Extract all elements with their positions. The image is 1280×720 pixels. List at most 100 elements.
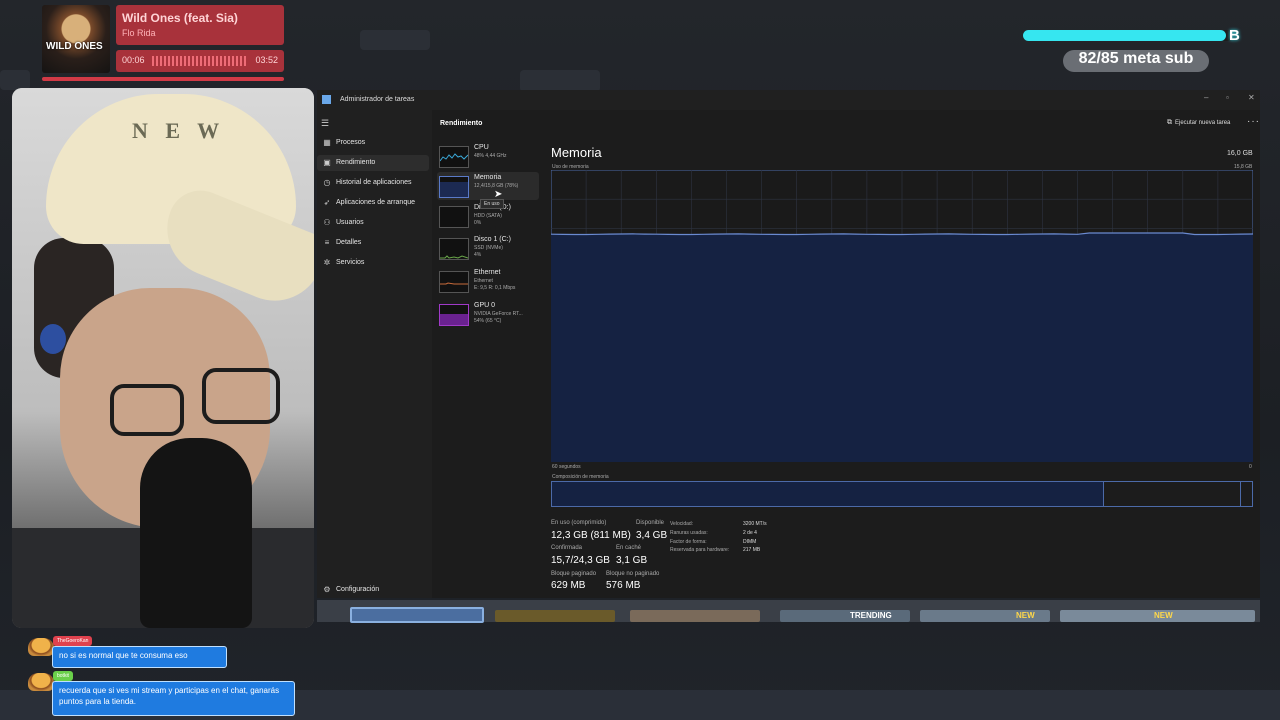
music-widget: WILD ONES Wild Ones (feat. Sia) Flo Rida… xyxy=(42,5,284,81)
spec-form-factor: DIMM xyxy=(743,539,757,545)
thumbnail[interactable] xyxy=(630,610,760,622)
ethernet-thumbnail xyxy=(439,271,469,293)
title-bar: Administrador de tareas – ▫ ✕ xyxy=(317,90,1260,110)
spec-label: Ranuras usadas: xyxy=(670,530,708,536)
spec-label: Factor de forma: xyxy=(670,539,707,545)
chat-username: TheGoeroKan xyxy=(53,636,93,646)
composition-in-use xyxy=(552,482,1104,506)
resource-detail: 54% (65 °C) xyxy=(474,318,502,324)
resource-detail: SSD (NVMe) xyxy=(474,245,503,251)
resource-name: GPU 0 xyxy=(474,302,496,309)
chat-text: recuerda que si ves mi stream y particip… xyxy=(52,681,295,716)
track-current-time: 00:06 xyxy=(122,55,145,65)
resource-detail: 4% xyxy=(474,252,482,258)
chart-icon: ▣ xyxy=(323,158,331,167)
channel-logo-icon: B xyxy=(1229,27,1240,44)
sidebar-item-label: Servicios xyxy=(336,259,365,266)
resource-disco-1[interactable]: Disco 1 (C:) SSD (NVMe) 4% xyxy=(437,234,539,262)
memory-usage-area xyxy=(551,233,1253,462)
sidebar-item-historial[interactable]: ◷ Historial de aplicaciones xyxy=(317,175,429,191)
stat-available: 3,4 GB xyxy=(636,530,668,541)
run-task-icon: ⧉ xyxy=(1167,119,1172,126)
composition-label: Composición de memoria xyxy=(552,474,609,480)
track-total-time: 03:52 xyxy=(255,55,278,65)
resource-memoria[interactable]: Memoria 12,4/15,8 GB (78%) xyxy=(437,172,539,200)
users-icon: ⚇ xyxy=(323,218,331,227)
puzzle-icon: ✲ xyxy=(323,258,331,267)
resource-name: Ethernet xyxy=(474,269,501,276)
earphone xyxy=(40,324,66,354)
sidebar-item-label: Detalles xyxy=(336,239,362,246)
resource-gpu[interactable]: GPU 0 NVIDIA GeForce RT... 54% (65 °C) xyxy=(437,300,539,328)
window-title: Administrador de tareas xyxy=(340,96,415,103)
track-timeline: 00:06 03:52 xyxy=(116,50,284,72)
thumbnail[interactable]: NEW xyxy=(920,610,1050,622)
spec-reserved: 217 MB xyxy=(743,547,761,553)
microphone xyxy=(140,438,252,628)
stat-nonpaged-pool: 576 MB xyxy=(606,580,641,591)
stat-cached: 3,1 GB xyxy=(616,555,648,566)
sidebar-item-label: Aplicaciones de arranque xyxy=(336,199,415,206)
resource-name: Disco 1 (C:) xyxy=(474,236,511,243)
sidebar-item-procesos[interactable]: ▦ Procesos xyxy=(317,135,429,151)
menu-icon[interactable]: ☰ xyxy=(321,118,329,129)
sidebar-item-detalles[interactable]: ≡ Detalles xyxy=(317,235,429,251)
history-icon: ◷ xyxy=(323,178,331,187)
page-title: Rendimiento xyxy=(440,120,483,127)
spec-slots: 2 de 4 xyxy=(743,530,757,536)
stat-committed: 15,7/24,3 GB xyxy=(551,555,610,566)
sidebar-item-usuarios[interactable]: ⚇ Usuarios xyxy=(317,215,429,231)
spec-label: Reservada para hardware: xyxy=(670,547,730,553)
track-info: Wild Ones (feat. Sia) Flo Rida xyxy=(116,5,284,45)
more-options-icon[interactable]: ··· xyxy=(1247,116,1260,127)
background-block xyxy=(520,70,600,92)
run-new-task-button[interactable]: ⧉ Ejecutar nueva tarea xyxy=(1167,119,1230,127)
maximize-icon[interactable]: ▫ xyxy=(1226,93,1229,102)
close-icon[interactable]: ✕ xyxy=(1248,93,1255,102)
minimize-icon[interactable]: – xyxy=(1204,93,1208,102)
track-title: Wild Ones (feat. Sia) xyxy=(122,11,238,25)
thumbnail-label: NEW xyxy=(1154,611,1173,620)
webcam-feed: N E W xyxy=(12,88,314,628)
thumbnail-label: TRENDING xyxy=(850,611,892,620)
sidebar-item-configuracion[interactable]: ⚙ Configuración xyxy=(317,582,429,598)
page-header: Rendimiento ⧉ Ejecutar nueva tarea ··· xyxy=(432,110,1260,136)
sidebar: ☰ ▦ Procesos ▣ Rendimiento ◷ Historial d… xyxy=(317,110,432,598)
sub-goal-widget: B 82/85 meta sub xyxy=(1023,27,1255,74)
waveform-icon xyxy=(152,56,248,66)
gear-icon: ⚙ xyxy=(323,585,331,594)
sidebar-item-servicios[interactable]: ✲ Servicios xyxy=(317,255,429,271)
chat-username: botkit xyxy=(53,671,73,681)
thumbnail[interactable]: TRENDING xyxy=(780,610,910,622)
sub-goal-track xyxy=(1023,30,1233,41)
thumbnail[interactable] xyxy=(350,607,484,623)
resource-ethernet[interactable]: Ethernet Ethernet E: 9,5 R: 0,1 Mbps xyxy=(437,267,539,295)
sidebar-item-label: Rendimiento xyxy=(336,159,376,166)
memory-thumbnail xyxy=(439,176,469,198)
gpu-thumbnail xyxy=(439,304,469,326)
graph-x-right: 0 xyxy=(1249,464,1252,470)
rocket-icon: ➶ xyxy=(323,198,331,207)
sidebar-item-rendimiento[interactable]: ▣ Rendimiento xyxy=(317,155,429,171)
stat-label: En uso (comprimido) xyxy=(551,520,607,526)
cpu-thumbnail xyxy=(439,146,469,168)
sidebar-item-label: Configuración xyxy=(336,586,380,593)
album-title: WILD ONES xyxy=(46,41,103,52)
disk1-thumbnail xyxy=(439,238,469,260)
sidebar-item-arranque[interactable]: ➶ Aplicaciones de arranque xyxy=(317,195,429,211)
resource-name: Memoria xyxy=(474,174,502,181)
resource-cpu[interactable]: CPU 48% 4,44 GHz xyxy=(437,142,539,170)
thumbnail[interactable] xyxy=(495,610,615,622)
resource-detail: NVIDIA GeForce RT... xyxy=(474,311,523,317)
sidebar-item-label: Usuarios xyxy=(336,219,364,226)
spec-speed: 3200 MT/s xyxy=(743,521,767,527)
burger-avatar-icon xyxy=(28,673,54,691)
memory-usage-graph xyxy=(551,170,1253,462)
thumbnail[interactable]: NEW xyxy=(1060,610,1255,622)
burger-avatar-icon xyxy=(28,638,54,656)
background-block xyxy=(0,70,30,90)
music-progress-bar xyxy=(42,77,284,81)
composition-cached xyxy=(1103,482,1242,506)
chat-text: no si es normal que te consuma eso xyxy=(52,646,227,668)
background-block xyxy=(360,30,430,50)
